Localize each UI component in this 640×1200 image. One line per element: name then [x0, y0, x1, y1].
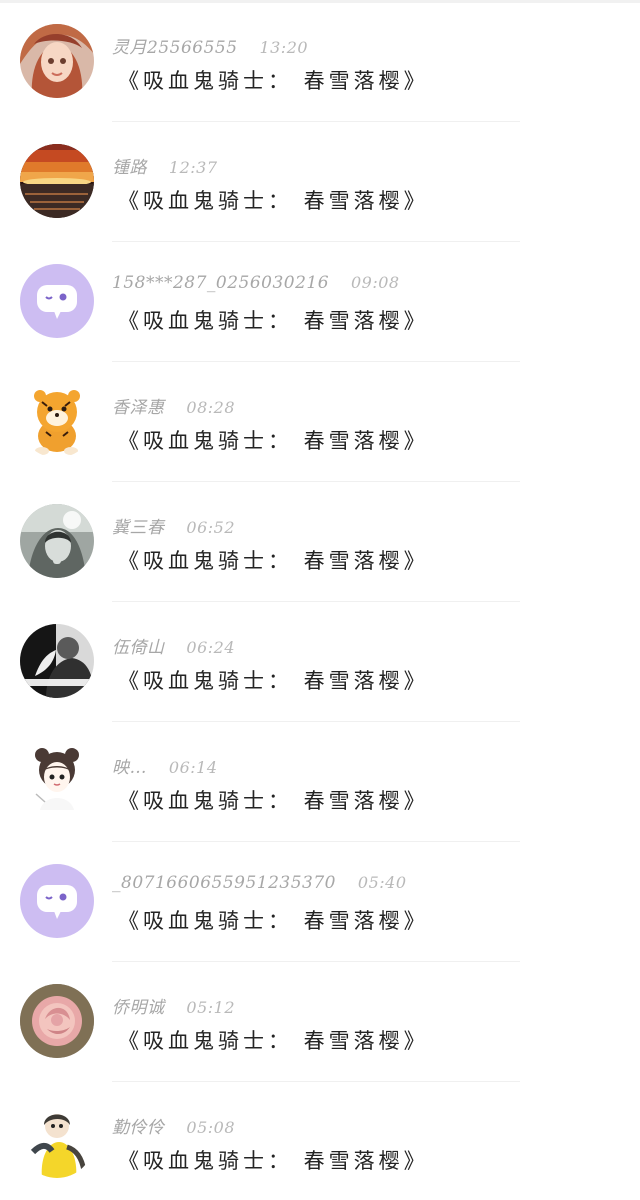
comment-item[interactable]: 映… 06:14 《吸血鬼骑士： 春雪落樱》 [0, 720, 640, 842]
default-chat-avatar[interactable] [20, 264, 94, 338]
comment-time: 13:20 [259, 38, 309, 57]
comment-item[interactable]: 勤伶伶 05:08 《吸血鬼骑士： 春雪落樱》 [0, 1080, 640, 1200]
comment-item[interactable]: 灵月25566555 13:20 《吸血鬼骑士： 春雪落樱》 [0, 0, 640, 122]
commenter-name[interactable]: _8071660655951235370 [112, 873, 336, 893]
commenter-name[interactable]: 伍倚山 [112, 633, 165, 658]
couple-avatar[interactable] [20, 624, 94, 698]
comment-item[interactable]: 伍倚山 06:24 《吸血鬼骑士： 春雪落樱》 [0, 600, 640, 722]
comment-meta: 映… 06:14 [112, 753, 218, 779]
yellow-girl-avatar[interactable] [20, 1104, 94, 1178]
comment-message: 《吸血鬼骑士： 春雪落樱》 [118, 789, 429, 813]
comment-time: 08:28 [186, 398, 236, 417]
commenter-name[interactable]: 侨明诚 [112, 993, 165, 1018]
comment-item[interactable]: 冀三春 06:52 《吸血鬼骑士： 春雪落樱》 [0, 480, 640, 602]
rose-avatar[interactable] [20, 984, 94, 1058]
comment-time: 06:14 [168, 758, 218, 777]
comment-meta: 勤伶伶 05:08 [112, 1113, 235, 1139]
commenter-name[interactable]: 香泽惠 [112, 393, 165, 418]
comment-meta: 灵月25566555 13:20 [112, 33, 308, 59]
comment-meta: 锺路 12:37 [112, 153, 218, 179]
comment-time: 12:37 [168, 158, 218, 177]
commenter-name[interactable]: 映… [112, 753, 147, 778]
anime-girl-avatar[interactable] [20, 24, 94, 98]
commenter-name[interactable]: 勤伶伶 [112, 1113, 165, 1138]
comment-item[interactable]: 香泽惠 08:28 《吸血鬼骑士： 春雪落樱》 [0, 360, 640, 482]
comment-message: 《吸血鬼骑士： 春雪落樱》 [118, 309, 429, 333]
commenter-name[interactable]: 冀三春 [112, 513, 165, 538]
comment-meta: 侨明诚 05:12 [112, 993, 235, 1019]
comment-item[interactable]: 侨明诚 05:12 《吸血鬼骑士： 春雪落樱》 [0, 960, 640, 1082]
tiger-avatar[interactable] [20, 384, 94, 458]
comment-message: 《吸血鬼骑士： 春雪落樱》 [118, 189, 429, 213]
comment-message: 《吸血鬼骑士： 春雪落樱》 [118, 69, 429, 93]
comment-message: 《吸血鬼骑士： 春雪落樱》 [118, 549, 429, 573]
comment-meta: _8071660655951235370 05:40 [112, 873, 407, 899]
comment-message: 《吸血鬼骑士： 春雪落樱》 [118, 669, 429, 693]
comment-meta: 冀三春 06:52 [112, 513, 235, 539]
commenter-name[interactable]: 158***287_0256030216 [112, 273, 329, 293]
comment-time: 06:52 [186, 518, 236, 537]
comment-message: 《吸血鬼骑士： 春雪落樱》 [118, 429, 429, 453]
comment-time: 05:12 [186, 998, 236, 1017]
comment-meta: 伍倚山 06:24 [112, 633, 235, 659]
comment-time: 06:24 [186, 638, 236, 657]
comment-item[interactable]: 锺路 12:37 《吸血鬼骑士： 春雪落樱》 [0, 120, 640, 242]
comment-item[interactable]: 158***287_0256030216 09:08 《吸血鬼骑士： 春雪落樱》 [0, 240, 640, 362]
sunset-avatar[interactable] [20, 144, 94, 218]
comment-time: 05:08 [186, 1118, 236, 1137]
commenter-name[interactable]: 灵月25566555 [112, 33, 238, 58]
comment-item[interactable]: _8071660655951235370 05:40 《吸血鬼骑士： 春雪落樱》 [0, 840, 640, 962]
comment-message: 《吸血鬼骑士： 春雪落樱》 [118, 1149, 429, 1173]
comment-message: 《吸血鬼骑士： 春雪落樱》 [118, 909, 429, 933]
comment-meta: 158***287_0256030216 09:08 [112, 273, 400, 299]
comment-time: 05:40 [357, 873, 407, 892]
grayscale-photo-avatar[interactable] [20, 504, 94, 578]
chibi-girl-avatar[interactable] [20, 744, 94, 818]
comment-time: 09:08 [350, 273, 400, 292]
commenter-name[interactable]: 锺路 [112, 153, 147, 178]
comment-message: 《吸血鬼骑士： 春雪落樱》 [118, 1029, 429, 1053]
default-chat-avatar[interactable] [20, 864, 94, 938]
comment-meta: 香泽惠 08:28 [112, 393, 235, 419]
